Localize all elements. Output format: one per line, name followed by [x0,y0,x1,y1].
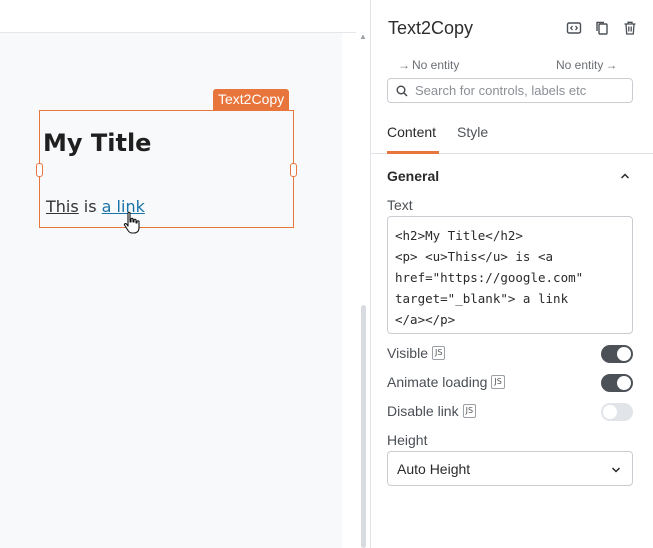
animate-loading-toggle[interactable] [601,374,633,392]
arrow-right-icon: → [398,58,410,72]
height-select-value: Auto Height [397,461,471,477]
toggle-row-animate-loading: Animate loading JS [387,373,633,393]
scroll-up-icon[interactable]: ▲ [358,32,368,42]
toggle-label: Visible [387,344,428,361]
height-field-label: Height [387,432,428,448]
js-badge[interactable]: JS [491,374,505,389]
paragraph-text: is [78,197,102,216]
toggle-label: Disable link [387,402,459,419]
visible-toggle[interactable] [601,345,633,363]
underlined-text: This [46,197,79,216]
trash-icon[interactable] [622,20,638,36]
hand-cursor-icon [123,211,140,234]
text-field-label: Text [387,197,413,213]
tab-content[interactable]: Content [387,124,436,140]
section-general-header[interactable]: General [387,168,633,186]
height-select[interactable]: Auto Height [387,451,633,486]
text-code-editor[interactable]: <h2>My Title</h2> <p> <u>This</u> is <a … [387,216,633,334]
toggle-row-visible: Visible JS [387,344,633,364]
widget-name-tag[interactable]: Text2Copy [213,89,290,110]
arrow-right-icon: → [605,58,618,72]
resize-handle-left[interactable] [36,163,43,177]
disable-link-toggle[interactable] [601,403,633,421]
code-icon[interactable] [566,20,582,36]
canvas-gutter [342,33,356,548]
widget-title: My Title [43,129,152,157]
scrollbar-thumb[interactable] [361,305,366,548]
chevron-up-icon [620,173,630,179]
copy-icon[interactable] [594,20,610,36]
panel-title: Text2Copy [388,18,474,38]
toggle-knob [617,347,631,361]
panel-tabs: Content Style [371,116,653,154]
app-root: ▲ Text2Copy My Title This is a link Text… [0,0,653,548]
nav-prev[interactable]: → No entity [398,58,459,72]
panel-divider [370,0,371,548]
nav-next-label: No entity [556,58,604,72]
search-icon [396,85,408,97]
search-placeholder: Search for controls, labels etc [415,83,587,98]
tab-style[interactable]: Style [457,124,488,140]
section-title: General [387,168,440,184]
toggle-knob [603,405,617,419]
resize-handle-right[interactable] [290,163,297,177]
nav-next[interactable]: No entity → [556,58,617,72]
toggle-row-disable-link: Disable link JS [387,402,633,422]
active-tab-indicator [387,151,439,154]
js-badge[interactable]: JS [432,345,446,360]
js-badge[interactable]: JS [462,403,477,418]
toggle-label: Animate loading [387,373,488,390]
nav-prev-label: No entity [412,58,460,72]
search-input[interactable]: Search for controls, labels etc [387,78,633,103]
chevron-down-icon [611,467,621,473]
canvas-top-bar [0,0,356,33]
toggle-knob [617,376,631,390]
